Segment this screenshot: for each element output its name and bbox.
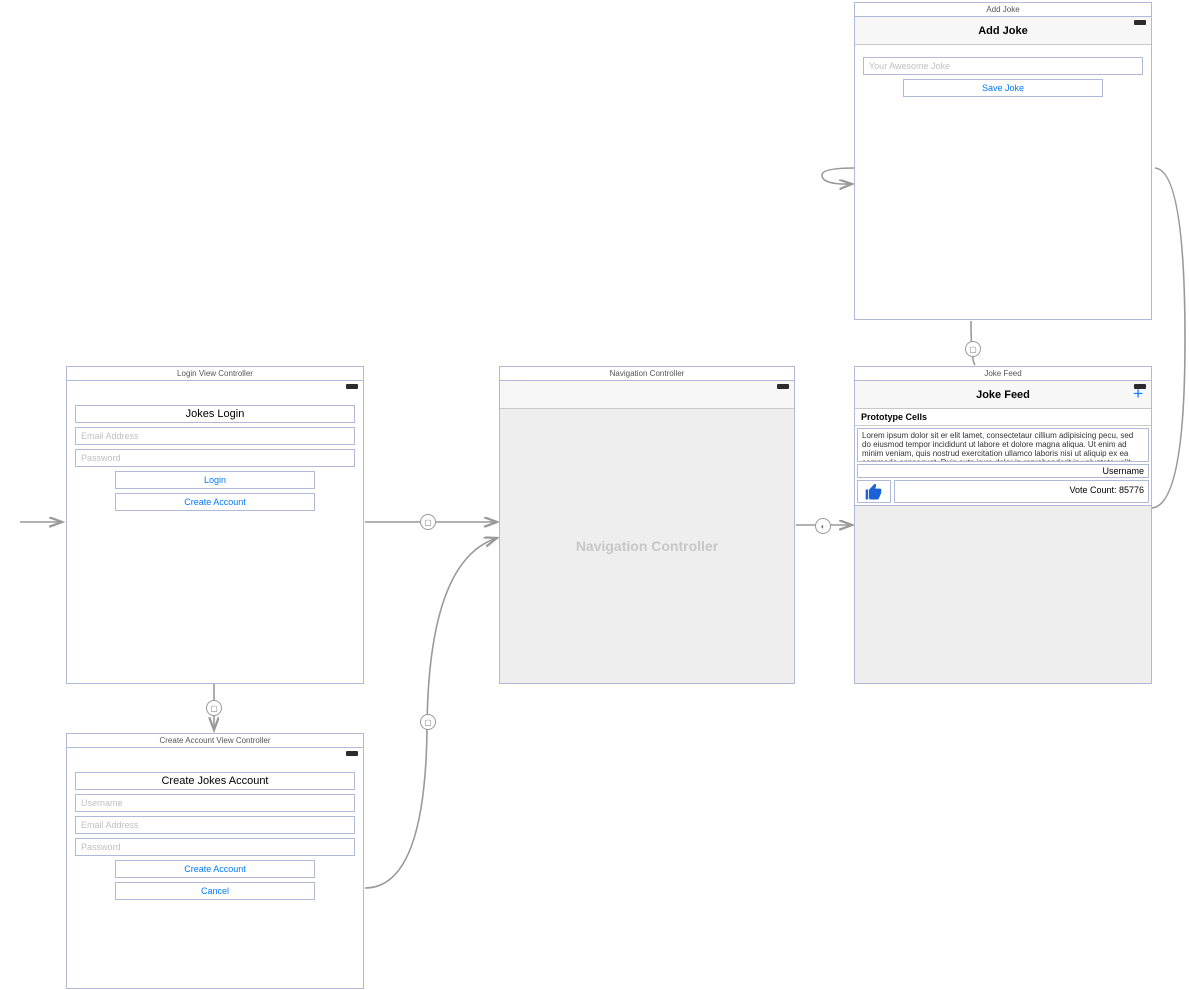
battery-icon bbox=[777, 384, 789, 389]
prototype-cells-header: Prototype Cells bbox=[855, 409, 1151, 426]
joke-input-field[interactable]: Your Awesome Joke bbox=[863, 57, 1143, 75]
navigation-controller-scene[interactable]: Navigation Controller Navigation Control… bbox=[499, 366, 795, 684]
password-field[interactable]: Password bbox=[75, 838, 355, 856]
table-cell[interactable]: Lorem ipsum dolor sit er elit lamet, con… bbox=[855, 426, 1151, 506]
scene-title: Login View Controller bbox=[67, 367, 363, 381]
password-field[interactable]: Password bbox=[75, 449, 355, 467]
nav-title: Joke Feed bbox=[976, 389, 1030, 401]
save-joke-button[interactable]: Save Joke bbox=[903, 79, 1103, 97]
segue-show-icon: ▢ bbox=[420, 714, 436, 730]
thumbs-up-icon[interactable] bbox=[857, 480, 891, 503]
segue-modal-icon: ▢ bbox=[206, 700, 222, 716]
scene-title: Create Account View Controller bbox=[67, 734, 363, 748]
login-header-label: Jokes Login bbox=[75, 405, 355, 423]
username-field[interactable]: Username bbox=[75, 794, 355, 812]
battery-icon bbox=[346, 384, 358, 389]
segue-relationship-icon: ◐ bbox=[815, 518, 831, 534]
add-button[interactable]: + bbox=[1133, 381, 1143, 407]
vote-count-label: Vote Count: 85776 bbox=[894, 480, 1149, 503]
joke-text-label: Lorem ipsum dolor sit er elit lamet, con… bbox=[857, 428, 1149, 462]
email-field[interactable]: Email Address bbox=[75, 816, 355, 834]
login-scene[interactable]: Login View Controller Jokes Login Email … bbox=[66, 366, 364, 684]
nav-placeholder-label: Navigation Controller bbox=[500, 409, 794, 683]
nav-title: Add Joke bbox=[978, 25, 1028, 37]
create-account-scene[interactable]: Create Account View Controller Create Jo… bbox=[66, 733, 364, 989]
scene-title: Add Joke bbox=[855, 3, 1151, 17]
create-account-button[interactable]: Create Account bbox=[115, 493, 315, 511]
segue-show-icon: ▢ bbox=[420, 514, 436, 530]
create-account-button[interactable]: Create Account bbox=[115, 860, 315, 878]
add-joke-scene[interactable]: Add Joke Add Joke Your Awesome Joke Save… bbox=[854, 2, 1152, 320]
email-field[interactable]: Email Address bbox=[75, 427, 355, 445]
joke-feed-scene[interactable]: Joke Feed Joke Feed + Prototype Cells Lo… bbox=[854, 366, 1152, 684]
battery-icon bbox=[346, 751, 358, 756]
create-header-label: Create Jokes Account bbox=[75, 772, 355, 790]
segue-show-icon: ▢ bbox=[965, 341, 981, 357]
scene-title: Navigation Controller bbox=[500, 367, 794, 381]
battery-icon bbox=[1134, 20, 1146, 25]
scene-title: Joke Feed bbox=[855, 367, 1151, 381]
cancel-button[interactable]: Cancel bbox=[115, 882, 315, 900]
login-button[interactable]: Login bbox=[115, 471, 315, 489]
username-label: Username bbox=[857, 464, 1149, 478]
